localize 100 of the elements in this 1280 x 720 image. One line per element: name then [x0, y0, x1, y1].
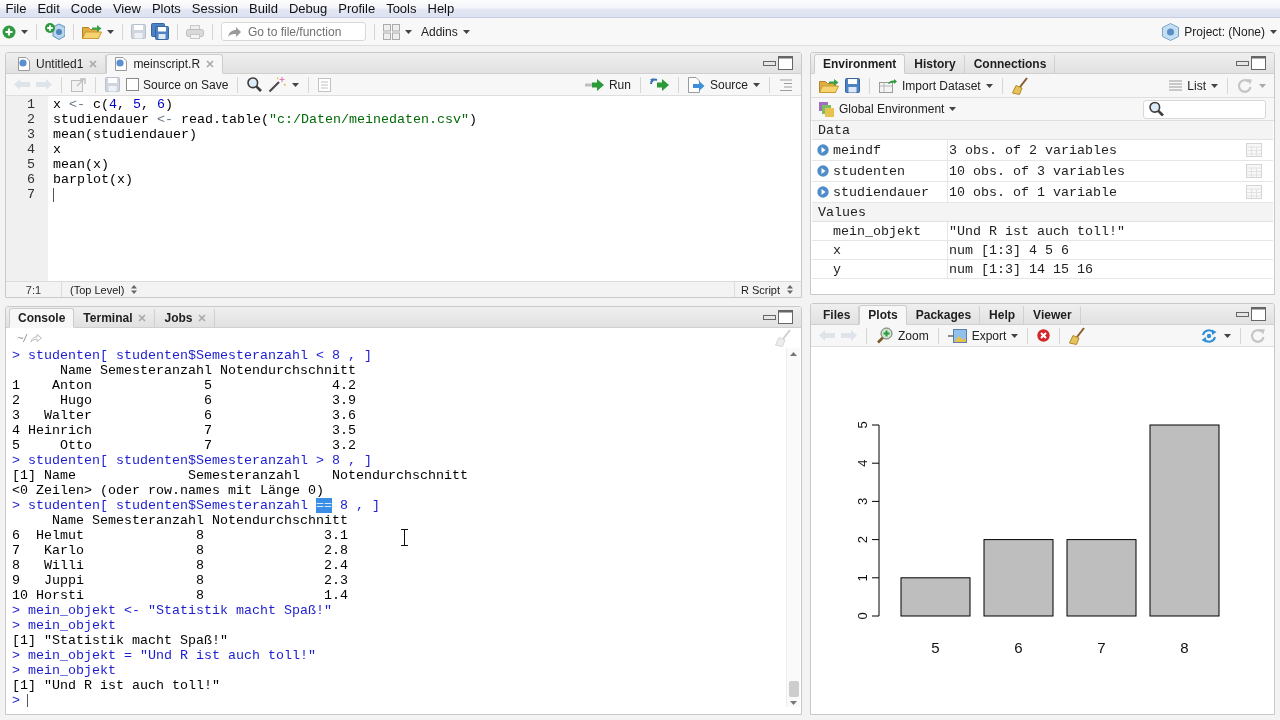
minimize-icon[interactable]: [763, 60, 776, 66]
console-output: 7 Karlo 8 2.8: [12, 543, 348, 558]
line-number: 3: [27, 127, 35, 142]
menu-item[interactable]: Edit: [31, 0, 66, 17]
magic-wand-icon[interactable]: [268, 76, 287, 93]
search-icon[interactable]: [247, 77, 263, 92]
source-button[interactable]: Source: [687, 76, 760, 93]
menu-item[interactable]: File: [0, 0, 32, 17]
play-circle-icon[interactable]: [817, 144, 829, 156]
caret-icon[interactable]: [21, 29, 28, 34]
export-button[interactable]: Export: [947, 328, 1019, 343]
scrollbar-thumb[interactable]: [788, 681, 799, 697]
console-command: > mein_objekt: [12, 663, 116, 678]
maximize-icon[interactable]: [778, 56, 793, 70]
console-output: 1 Anton 5 4.2: [12, 378, 356, 393]
search-field[interactable]: [1143, 99, 1266, 119]
menu-item[interactable]: Help: [422, 0, 460, 17]
axis-tick-label: 0: [855, 612, 870, 620]
caret-icon[interactable]: [292, 82, 300, 87]
project-menu[interactable]: Project: (None): [1162, 22, 1277, 41]
variable-value: 10 obs. of 1 variable: [947, 182, 1235, 202]
pane-tab[interactable]: Console: [9, 308, 75, 328]
play-circle-icon[interactable]: [817, 165, 829, 177]
maximize-icon[interactable]: [1251, 56, 1266, 70]
image-icon: [947, 328, 967, 343]
caret-icon[interactable]: [1011, 333, 1019, 338]
caret-icon[interactable]: [949, 107, 957, 111]
menu-item[interactable]: Debug: [283, 0, 333, 17]
broom-icon[interactable]: [1011, 76, 1028, 95]
scope-selector[interactable]: (Top Level): [62, 283, 146, 296]
console-prompt: >: [12, 693, 20, 707]
save-all-icon[interactable]: [151, 23, 169, 40]
arrows-icon[interactable]: [649, 78, 669, 91]
text-lines-icon[interactable]: [779, 78, 793, 91]
file-icon: [115, 57, 128, 71]
close-icon[interactable]: [198, 314, 207, 322]
section-header: Values: [812, 203, 1273, 222]
open-folder-icon[interactable]: [82, 24, 102, 39]
search-icon: [1149, 101, 1164, 117]
caret-icon[interactable]: [1270, 29, 1277, 34]
import-dataset-button[interactable]: Import Dataset: [879, 78, 993, 93]
console-output: Name Semesteranzahl Notendurchschnitt: [51, 513, 348, 528]
caret-icon[interactable]: [405, 29, 412, 34]
checkbox-icon[interactable]: [126, 78, 139, 91]
caret-icon[interactable]: [107, 29, 114, 34]
view-mode-button[interactable]: List: [1169, 78, 1218, 93]
console-command: > mein_objekt <- "Statistik macht Spaß!": [12, 603, 332, 618]
caret-icon[interactable]: [985, 83, 993, 88]
close-icon[interactable]: [206, 60, 215, 68]
line-number: 4: [27, 142, 35, 157]
circular-arrows-icon[interactable]: [1200, 328, 1218, 343]
close-icon[interactable]: [138, 314, 147, 322]
open-folder-icon[interactable]: [819, 78, 839, 93]
pane-tab[interactable]: Environment: [814, 54, 906, 74]
line-number: 1: [27, 97, 35, 112]
source-on-save-checkbox[interactable]: Source on Save: [126, 77, 229, 92]
play-circle-icon[interactable]: [817, 186, 829, 198]
scrollbar[interactable]: [786, 348, 800, 707]
run-button[interactable]: Run: [584, 77, 631, 92]
close-icon[interactable]: [89, 60, 98, 68]
menu-item[interactable]: Profile: [332, 0, 381, 17]
code-line: mean(studiendauer): [53, 127, 197, 142]
broom-icon[interactable]: [1069, 326, 1086, 345]
caret-icon[interactable]: [753, 82, 760, 87]
addins-menu[interactable]: Addins: [421, 24, 470, 39]
grid-icon[interactable]: [383, 23, 400, 40]
menu-item[interactable]: View: [107, 0, 147, 17]
sort-arrows-icon[interactable]: [787, 285, 793, 294]
caret-icon[interactable]: [1211, 83, 1218, 88]
file-icon: [18, 57, 30, 71]
caret-icon[interactable]: [462, 29, 470, 34]
sort-arrows-icon[interactable]: [131, 285, 138, 294]
maximize-icon[interactable]: [1251, 307, 1266, 321]
menu-item[interactable]: Tools: [380, 0, 422, 17]
save-icon[interactable]: [845, 78, 860, 93]
delete-icon[interactable]: [1037, 329, 1051, 342]
maximize-icon[interactable]: [778, 310, 793, 324]
layers-icon: [819, 101, 834, 117]
pane-tab[interactable]: meinscript.R: [106, 54, 224, 74]
category-label: 7: [1097, 639, 1106, 656]
pane-tab[interactable]: Plots: [859, 305, 907, 325]
caret-icon[interactable]: [1224, 333, 1231, 338]
minimize-icon[interactable]: [763, 314, 776, 320]
scroll-up-icon[interactable]: [790, 352, 797, 356]
goto-file-field[interactable]: Go to file/function: [221, 22, 366, 41]
menu-item[interactable]: Session: [186, 0, 244, 17]
variable-value: 10 obs. of 3 variables: [947, 161, 1235, 181]
code-line: mean(x): [53, 157, 109, 172]
console-output: 9 Juppi 8 2.3: [12, 573, 348, 588]
plus-circle-icon[interactable]: [2, 24, 16, 39]
file-type-selector[interactable]: R Script: [740, 283, 793, 296]
zoom-button[interactable]: Zoom: [876, 327, 929, 344]
menu-item[interactable]: Plots: [146, 0, 187, 17]
hexagon-icon: [1162, 22, 1180, 41]
minimize-icon[interactable]: [1236, 311, 1249, 317]
menu-item[interactable]: Build: [243, 0, 284, 17]
plus-hexagon-icon[interactable]: [45, 23, 65, 40]
minimize-icon[interactable]: [1236, 60, 1249, 66]
scroll-down-icon[interactable]: [790, 701, 797, 705]
menu-item[interactable]: Code: [65, 0, 108, 17]
